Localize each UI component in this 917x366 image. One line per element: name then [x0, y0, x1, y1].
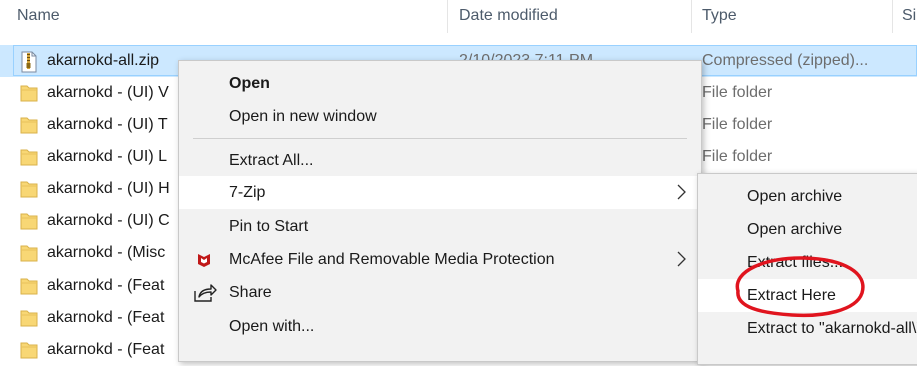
submenu-item-extract-here[interactable]: Extract Here [698, 279, 917, 312]
submenu-item-label: Extract files... [747, 254, 844, 271]
column-divider[interactable] [892, 0, 893, 33]
submenu-item-label: Open archive [747, 188, 843, 205]
file-name: akarnokd - (UI) L [47, 148, 168, 165]
menu-item-open-with[interactable]: Open with... [179, 310, 701, 343]
folder-icon [20, 243, 38, 263]
menu-divider [193, 138, 687, 139]
folder-icon [20, 179, 38, 199]
column-header: Name Date modified Type Si [0, 0, 917, 33]
folder-icon [20, 340, 38, 360]
file-type: File folder [702, 84, 773, 101]
submenu-item-extract-to[interactable]: Extract to "akarnokd-all\" [698, 312, 917, 345]
menu-item-label: Open with... [229, 318, 315, 335]
column-divider[interactable] [447, 0, 448, 33]
menu-item-label: Share [229, 284, 272, 301]
file-name: akarnokd - (Misc [47, 244, 166, 261]
menu-item-share[interactable]: Share [179, 276, 701, 309]
menu-item-mcafee[interactable]: McAfee File and Removable Media Protecti… [179, 243, 701, 276]
submenu-item-label: Open archive [747, 221, 843, 238]
menu-item-label: Pin to Start [229, 218, 309, 235]
column-type[interactable]: Type [702, 7, 737, 25]
submenu-item-open-archive[interactable]: Open archive [698, 180, 917, 213]
column-divider[interactable] [691, 0, 692, 33]
submenu-item-open-archive-2[interactable]: Open archive [698, 213, 917, 246]
file-name: akarnokd - (UI) V [47, 84, 169, 101]
column-name[interactable]: Name [17, 7, 60, 25]
context-menu: Open Open in new window Extract All... 7… [178, 60, 702, 362]
menu-item-open-new-window[interactable]: Open in new window [179, 100, 701, 133]
file-type: File folder [702, 116, 773, 133]
menu-item-label: Open in new window [229, 108, 377, 125]
menu-item-label: McAfee File and Removable Media Protecti… [229, 251, 555, 268]
submenu-item-label: Extract Here [747, 287, 836, 304]
file-type: Compressed (zipped)... [702, 52, 869, 69]
folder-icon [20, 115, 38, 135]
folder-icon [20, 276, 38, 296]
file-name: akarnokd - (UI) T [47, 116, 168, 133]
menu-item-label: 7-Zip [229, 184, 266, 201]
folder-icon [20, 211, 38, 231]
chevron-right-icon [675, 183, 687, 201]
file-type: File folder [702, 148, 773, 165]
file-name: akarnokd - (Feat [47, 277, 165, 294]
folder-icon [20, 147, 38, 167]
menu-item-label: Extract All... [229, 152, 314, 169]
zip-icon [20, 51, 38, 73]
chevron-right-icon [675, 250, 687, 268]
file-name: akarnokd - (Feat [47, 309, 165, 326]
file-name: akarnokd-all.zip [47, 52, 160, 69]
folder-icon [20, 308, 38, 328]
column-size[interactable]: Si [902, 7, 916, 25]
menu-item-pin-to-start[interactable]: Pin to Start [179, 210, 701, 243]
menu-item-open[interactable]: Open [179, 67, 701, 100]
submenu-7zip: Open archive Open archive Extract files.… [697, 173, 917, 365]
mcafee-icon [193, 250, 215, 270]
submenu-item-extract-files[interactable]: Extract files... [698, 246, 917, 279]
file-name: akarnokd - (Feat [47, 341, 165, 358]
file-name: akarnokd - (UI) H [47, 180, 170, 197]
column-date-modified[interactable]: Date modified [459, 7, 558, 25]
menu-item-7zip[interactable]: 7-Zip [179, 176, 701, 209]
menu-item-label: Open [229, 75, 270, 92]
share-icon [193, 283, 217, 303]
submenu-item-label: Extract to "akarnokd-all\" [747, 320, 917, 337]
file-name: akarnokd - (UI) C [47, 212, 170, 229]
folder-icon [20, 83, 38, 103]
menu-item-extract-all[interactable]: Extract All... [179, 144, 701, 177]
